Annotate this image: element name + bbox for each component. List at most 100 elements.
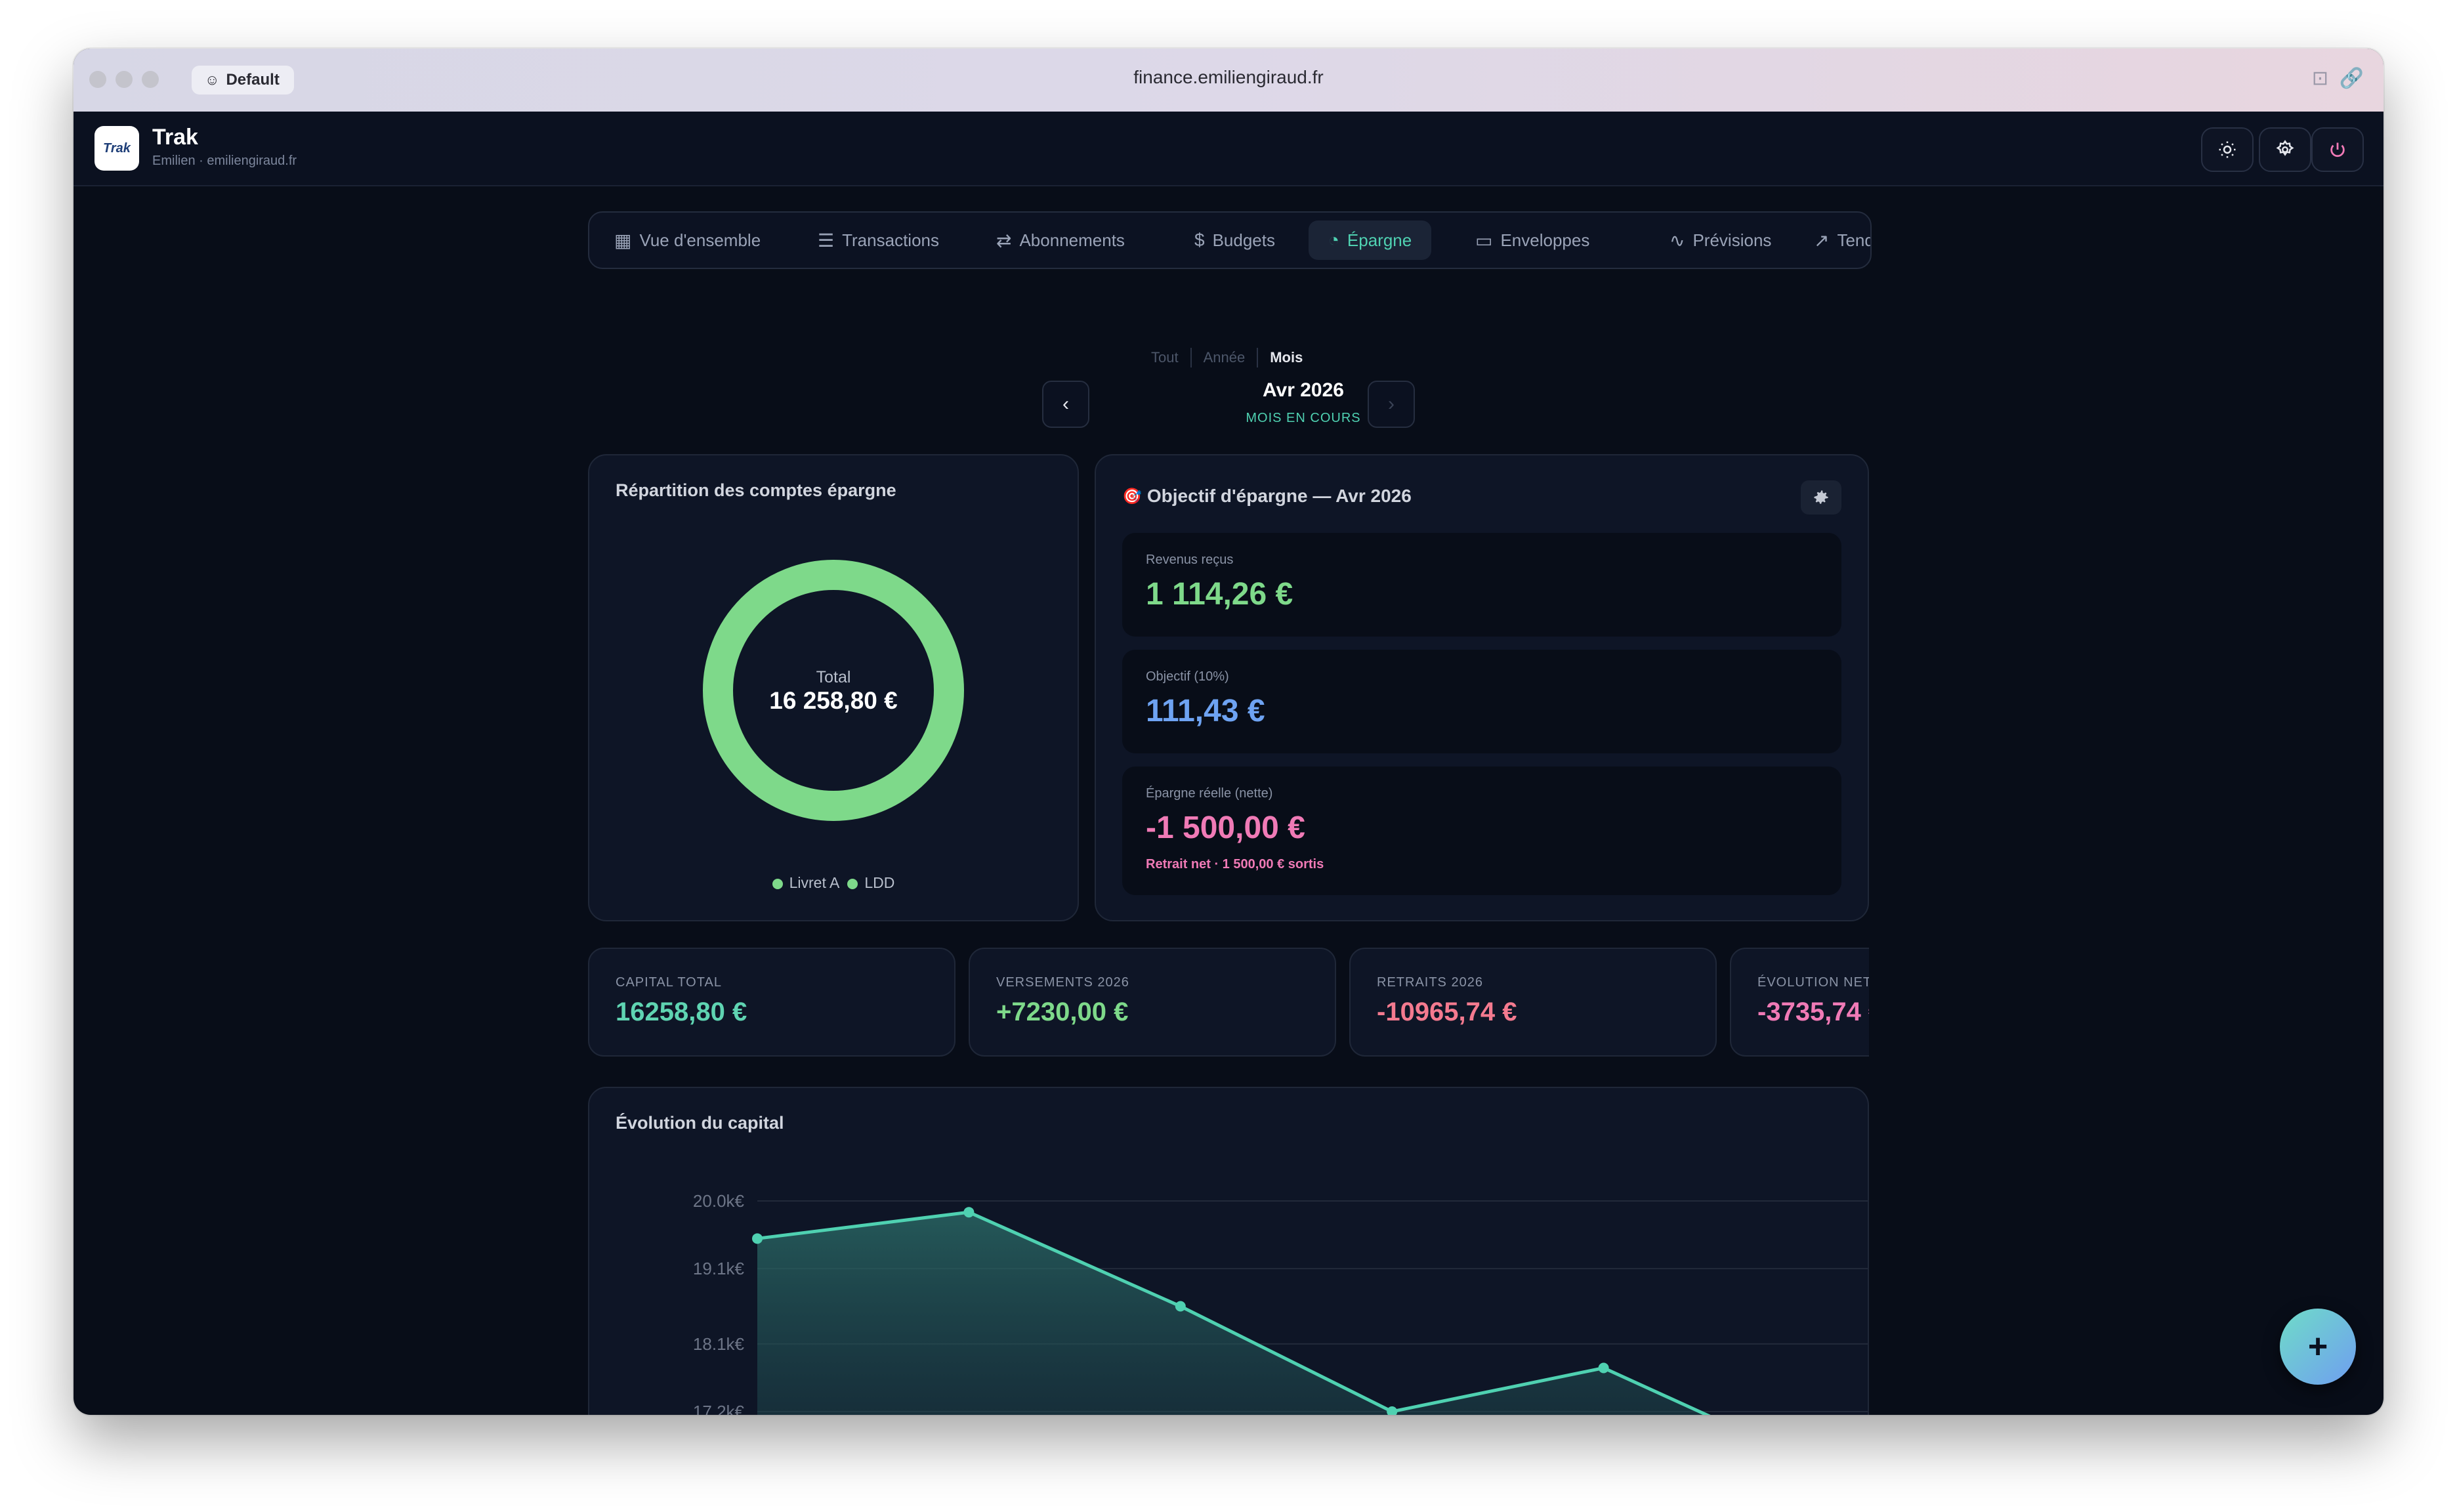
chevron-left-icon: ‹ — [1062, 393, 1069, 415]
tab-label: Budgets — [1212, 230, 1275, 250]
tab-label: Transactions — [842, 230, 939, 250]
target-icon: 🎯 — [1122, 487, 1142, 505]
tab-savings[interactable]: ◔ Épargne — [1309, 220, 1432, 260]
stat-value: -10965,74 € — [1377, 998, 1517, 1026]
tab-label: Prévisions — [1692, 230, 1772, 250]
tab-trends[interactable]: ↗ Tendances — [1794, 220, 1872, 260]
browser-titlebar: ☺ Default finance.emiliengiraud.fr ⊡ 🔗 — [74, 49, 2384, 112]
capital-evolution-chart: 20.0k€ 19.1k€ 18.1k€ 17.2k€ — [693, 1191, 1868, 1415]
data-point[interactable] — [963, 1207, 975, 1218]
gear-icon — [2276, 140, 2294, 156]
add-transaction-button[interactable]: + — [2280, 1309, 2356, 1385]
y-tick-label: 20.0k€ — [693, 1191, 745, 1211]
actual-note: Retrait net · 1 500,00 € sortis — [1146, 857, 1324, 872]
stat-label: RETRAITS 2026 — [1377, 975, 1483, 990]
capital-area — [757, 1212, 1707, 1415]
browser-window: ☺ Default finance.emiliengiraud.fr ⊡ 🔗 T… — [74, 49, 2384, 1415]
power-icon — [2330, 142, 2345, 158]
distribution-card: Répartition des comptes épargne Total 16… — [588, 454, 1079, 921]
legend-label: LDD — [864, 874, 895, 891]
data-point[interactable] — [1598, 1362, 1609, 1374]
grid-icon: ▦ — [614, 230, 632, 251]
y-tick-label: 17.2k€ — [693, 1402, 745, 1415]
legend-item-ldd[interactable]: LDD — [847, 874, 894, 892]
app-header: Trak Trak Emilien · emiliengiraud.fr — [74, 112, 2384, 186]
actual-savings-box: Épargne réelle (nette) -1 500,00 € Retra… — [1122, 766, 1841, 895]
period-option-all[interactable]: Tout — [1139, 349, 1190, 366]
tab-label: Tendances — [1837, 230, 1872, 250]
chevron-right-icon: › — [1388, 393, 1395, 415]
stat-label: CAPITAL TOTAL — [616, 975, 722, 990]
actual-value: -1 500,00 € — [1146, 810, 1305, 845]
objective-title-text: Objectif d'épargne — Avr 2026 — [1146, 486, 1412, 506]
gear-icon — [1814, 490, 1828, 504]
logout-button[interactable] — [2311, 127, 2364, 172]
legend-label: Livret A — [789, 874, 840, 891]
url-bar[interactable]: finance.emiliengiraud.fr — [74, 67, 2384, 88]
actual-label: Épargne réelle (nette) — [1146, 786, 1273, 801]
target-value: 111,43 € — [1146, 694, 1265, 728]
pulse-icon: ∿ — [1670, 230, 1685, 251]
legend-dot — [772, 878, 783, 889]
stats-row: CAPITAL TOTAL 16258,80 € VERSEMENTS 2026… — [588, 948, 1869, 1059]
briefcase-icon: ▭ — [1475, 230, 1493, 251]
extension-icon[interactable]: ⊡ — [2312, 67, 2328, 90]
tab-overview[interactable]: ▦ Vue d'ensemble — [595, 220, 780, 260]
stat-value: +7230,00 € — [996, 998, 1129, 1026]
donut-total-value: 16 258,80 € — [769, 687, 897, 714]
app-title: Trak — [152, 125, 198, 150]
tab-forecasts[interactable]: ∿ Prévisions — [1650, 220, 1791, 260]
savings-objective-card: 🎯 Objectif d'épargne — Avr 2026 Revenus … — [1095, 454, 1869, 921]
tab-label: Épargne — [1347, 230, 1412, 250]
period-toggle: Tout Année Mois — [1139, 348, 1314, 368]
theme-toggle-button[interactable] — [2201, 127, 2254, 172]
stat-label: VERSEMENTS 2026 — [996, 975, 1129, 990]
app-subtitle: Emilien · emiliengiraud.fr — [152, 154, 297, 168]
y-tick-label: 18.1k€ — [693, 1334, 745, 1354]
objective-title: 🎯 Objectif d'épargne — Avr 2026 — [1122, 486, 1412, 507]
period-option-month[interactable]: Mois — [1258, 349, 1314, 366]
tab-envelopes[interactable]: ▭ Enveloppes — [1456, 220, 1609, 260]
legend-item-livret-a[interactable]: Livret A — [772, 874, 840, 892]
list-icon: ☰ — [818, 230, 835, 251]
revenue-label: Revenus reçus — [1146, 553, 1234, 567]
capital-evolution-card: Évolution du capital 20.0k€ 19.1k€ 18.1k€ 1… — [588, 1087, 1869, 1415]
card-title: Répartition des comptes épargne — [616, 480, 896, 500]
tab-label: Vue d'ensemble — [639, 230, 761, 250]
data-point[interactable] — [1175, 1301, 1186, 1312]
objective-settings-button[interactable] — [1801, 480, 1841, 514]
stat-card-capital: CAPITAL TOTAL 16258,80 € — [588, 948, 956, 1057]
y-tick-label: 19.1k€ — [693, 1259, 745, 1278]
tab-label: Abonnements — [1019, 230, 1125, 250]
next-period-button[interactable]: › — [1368, 381, 1415, 428]
pie-icon: ◔ — [1328, 230, 1339, 250]
donut-svg: Total 16 258,80 € — [703, 560, 964, 821]
section-tabs: ▦ Vue d'ensemble ☰ Transactions ⇄ Abonne… — [588, 211, 1872, 269]
stat-value: -3735,74 € — [1757, 998, 1869, 1026]
prev-period-button[interactable]: ‹ — [1042, 381, 1089, 428]
trending-up-icon: ↗ — [1814, 230, 1830, 251]
settings-button[interactable] — [2259, 127, 2311, 172]
tab-subscriptions[interactable]: ⇄ Abonnements — [976, 220, 1144, 260]
stat-card-deposits: VERSEMENTS 2026 +7230,00 € — [969, 948, 1336, 1057]
link-icon[interactable]: 🔗 — [2340, 67, 2364, 90]
savings-donut-chart: Total 16 258,80 € — [702, 559, 965, 822]
donut-legend: Livret A LDD — [589, 874, 1078, 892]
plus-icon: + — [2307, 1328, 2328, 1366]
data-point[interactable] — [1387, 1406, 1398, 1415]
stat-label: ÉVOLUTION NETTE — [1757, 975, 1869, 990]
period-option-year[interactable]: Année — [1192, 349, 1257, 366]
dollar-icon: $ — [1194, 230, 1205, 250]
stat-card-net-evolution: ÉVOLUTION NETTE -3735,74 € — [1730, 948, 1869, 1057]
period-label: Avr 2026 — [1263, 379, 1344, 401]
stat-value: 16258,80 € — [616, 998, 747, 1026]
app-logo[interactable]: Trak — [94, 126, 139, 171]
stat-card-withdrawals: RETRAITS 2026 -10965,74 € — [1349, 948, 1717, 1057]
tab-label: Enveloppes — [1500, 230, 1590, 250]
sun-icon — [2219, 141, 2236, 158]
main-content: ▦ Vue d'ensemble ☰ Transactions ⇄ Abonne… — [74, 185, 2384, 1415]
tab-budgets[interactable]: $ Budgets — [1175, 220, 1295, 260]
data-point[interactable] — [752, 1233, 763, 1244]
revenue-box: Revenus reçus 1 114,26 € — [1122, 533, 1841, 637]
tab-transactions[interactable]: ☰ Transactions — [798, 220, 959, 260]
